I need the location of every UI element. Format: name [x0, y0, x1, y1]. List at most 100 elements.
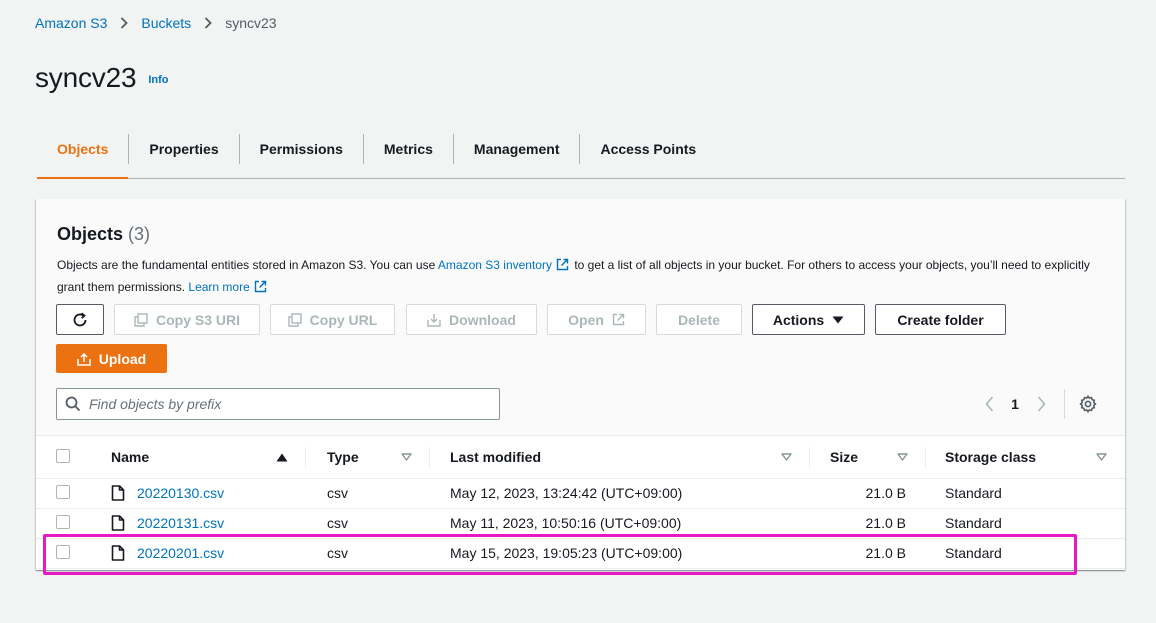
copy-url-button[interactable]: Copy URL — [270, 304, 395, 335]
copy-s3-uri-label: Copy S3 URI — [155, 311, 240, 328]
column-header-last-modified[interactable]: Last modified — [450, 437, 792, 478]
object-type: csv — [306, 508, 430, 539]
copy-icon — [134, 312, 148, 327]
object-type: csv — [306, 538, 430, 569]
object-last-modified: May 12, 2023, 13:24:42 (UTC+09:00) — [430, 478, 810, 509]
object-name-link[interactable]: 20220130.csv — [137, 485, 224, 501]
create-folder-button[interactable]: Create folder — [875, 304, 1006, 335]
object-storage-class: Standard — [926, 538, 1125, 569]
pagination-divider — [1064, 389, 1065, 419]
search-box — [56, 388, 500, 420]
next-page-icon[interactable] — [1030, 396, 1052, 412]
row-checkbox[interactable] — [56, 544, 70, 559]
refresh-icon — [71, 311, 89, 329]
actions-label: Actions — [772, 311, 825, 328]
actions-dropdown[interactable]: Actions — [752, 304, 865, 335]
external-link-icon — [254, 279, 267, 299]
tab-objects[interactable]: Objects — [37, 121, 129, 179]
column-label: Type — [327, 449, 359, 466]
tab-management[interactable]: Management — [454, 120, 580, 178]
file-icon — [111, 515, 125, 531]
sort-icon — [1096, 453, 1107, 461]
column-header-type[interactable]: Type — [327, 437, 412, 478]
column-header-storage-class[interactable]: Storage class — [945, 437, 1107, 478]
search-input[interactable] — [89, 396, 469, 412]
column-header-size[interactable]: Size — [830, 437, 908, 478]
breadcrumb: Amazon S3 Buckets syncv23 — [35, 15, 277, 31]
download-label: Download — [449, 311, 516, 328]
objects-count: (3) — [128, 224, 151, 244]
s3-inventory-link[interactable]: Amazon S3 inventory — [438, 258, 552, 272]
column-label: Storage class — [945, 449, 1037, 466]
object-size: 21.0 B — [810, 478, 926, 509]
object-name-link[interactable]: 20220201.csv — [137, 545, 224, 561]
refresh-button[interactable] — [56, 304, 104, 335]
row-checkbox[interactable] — [56, 514, 70, 529]
search-icon — [65, 396, 81, 412]
tab-properties[interactable]: Properties — [129, 120, 238, 178]
objects-panel-header: Objects (3) Objects are the fundamental … — [36, 199, 1125, 436]
objects-heading: Objects (3) — [57, 224, 150, 245]
object-storage-class: Standard — [926, 478, 1125, 509]
upload-icon — [77, 352, 91, 366]
external-link-icon — [612, 313, 625, 326]
upload-button[interactable]: Upload — [56, 344, 167, 373]
sort-icon — [401, 453, 412, 461]
file-icon — [111, 545, 125, 561]
object-size: 21.0 B — [810, 538, 926, 569]
gear-icon[interactable] — [1079, 395, 1097, 413]
current-page[interactable]: 1 — [1000, 396, 1030, 412]
breadcrumb-current-bucket: syncv23 — [225, 15, 277, 31]
create-folder-label: Create folder — [897, 311, 984, 328]
copy-s3-uri-button[interactable]: Copy S3 URI — [114, 304, 260, 335]
breadcrumb-buckets[interactable]: Buckets — [141, 15, 191, 31]
chevron-right-icon — [191, 17, 225, 29]
info-link[interactable]: Info — [148, 74, 168, 86]
sort-icon — [897, 453, 908, 461]
column-label: Name — [111, 449, 150, 466]
table-row[interactable]: 20220130.csv csv May 12, 2023, 13:24:42 … — [36, 478, 1125, 509]
chevron-right-icon — [107, 17, 141, 29]
external-link-icon — [556, 257, 569, 277]
objects-table: Name Type Last modified Size Storage cla… — [36, 437, 1125, 569]
object-last-modified: May 11, 2023, 10:50:16 (UTC+09:00) — [430, 508, 810, 539]
tab-access-points[interactable]: Access Points — [580, 120, 716, 178]
tab-metrics[interactable]: Metrics — [364, 120, 453, 178]
row-checkbox[interactable] — [56, 484, 70, 499]
sort-ascending-icon — [276, 453, 288, 462]
copy-url-label: Copy URL — [309, 311, 378, 328]
object-last-modified: May 15, 2023, 19:05:23 (UTC+09:00) — [430, 538, 810, 569]
object-type: csv — [306, 478, 430, 509]
breadcrumb-amazon-s3[interactable]: Amazon S3 — [35, 15, 107, 31]
page-header: syncv23 Info — [35, 62, 169, 94]
object-size: 21.0 B — [810, 508, 926, 539]
delete-button[interactable]: Delete — [656, 304, 742, 335]
column-label: Last modified — [450, 449, 542, 466]
caret-down-icon — [832, 316, 844, 324]
page-title: syncv23 — [35, 62, 137, 93]
objects-panel: Objects (3) Objects are the fundamental … — [36, 199, 1125, 570]
objects-title: Objects — [57, 224, 124, 244]
select-all-checkbox[interactable] — [56, 448, 70, 463]
description-text: Objects are the fundamental entities sto… — [57, 258, 438, 272]
delete-label: Delete — [677, 311, 721, 328]
tab-bar: Objects Properties Permissions Metrics M… — [37, 120, 1125, 179]
column-header-name[interactable]: Name — [111, 437, 288, 478]
objects-description: Objects are the fundamental entities sto… — [57, 255, 1097, 299]
object-storage-class: Standard — [926, 508, 1125, 539]
table-row[interactable]: 20220201.csv csv May 15, 2023, 19:05:23 … — [36, 538, 1125, 569]
open-label: Open — [568, 311, 604, 328]
table-row[interactable]: 20220131.csv csv May 11, 2023, 10:50:16 … — [36, 508, 1125, 539]
previous-page-icon[interactable] — [978, 396, 1000, 412]
learn-more-link[interactable]: Learn more — [188, 280, 249, 294]
object-name-link[interactable]: 20220131.csv — [137, 515, 224, 531]
open-button[interactable]: Open — [547, 304, 646, 335]
table-header-row: Name Type Last modified Size Storage cla… — [36, 437, 1125, 479]
file-icon — [111, 485, 125, 501]
tab-permissions[interactable]: Permissions — [240, 120, 363, 178]
copy-icon — [287, 312, 302, 327]
download-button[interactable]: Download — [406, 304, 537, 335]
pagination: 1 — [978, 388, 1097, 420]
upload-label: Upload — [98, 350, 147, 367]
download-icon — [427, 313, 441, 327]
